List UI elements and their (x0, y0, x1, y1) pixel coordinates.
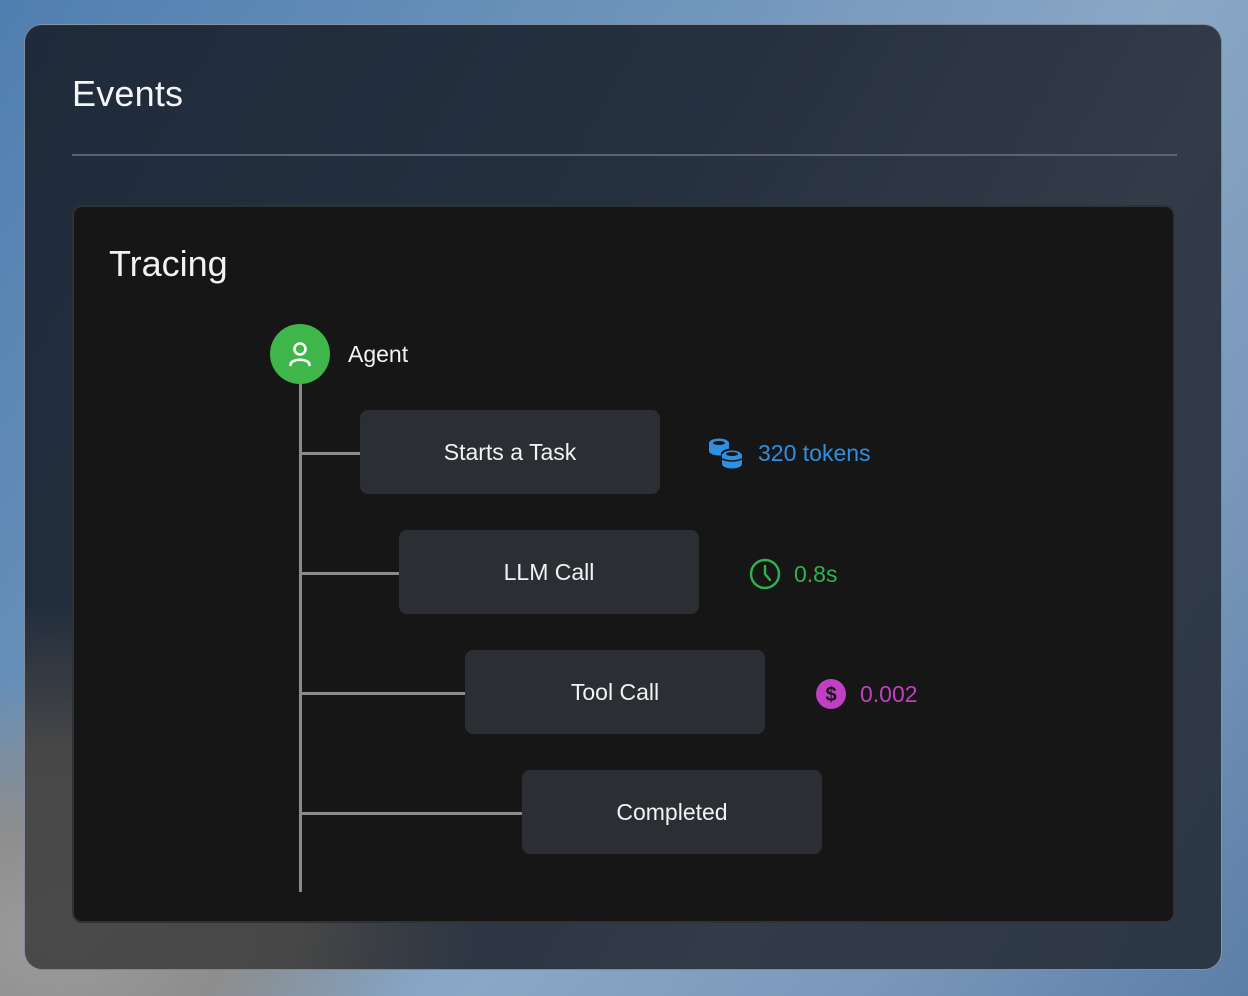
duration-metric: 0.8s (748, 557, 837, 591)
tracing-card: Tracing Agent Starts a Task LLM Call Too… (72, 205, 1175, 923)
coins-icon (706, 433, 746, 473)
step-llm-call[interactable]: LLM Call (399, 530, 699, 614)
cost-value: 0.002 (860, 680, 918, 707)
tree-branch-line (301, 812, 523, 815)
svg-text:$: $ (825, 684, 836, 706)
page-title: Events (72, 73, 184, 114)
tokens-value: 320 tokens (758, 439, 871, 466)
divider (72, 154, 1177, 156)
tracing-title: Tracing (109, 243, 228, 284)
step-starts-a-task[interactable]: Starts a Task (360, 410, 660, 494)
step-label: Tool Call (570, 678, 660, 705)
tree-trunk-line (299, 384, 302, 892)
user-icon (289, 342, 311, 367)
agent-avatar[interactable] (270, 324, 330, 384)
tree-branch-line (301, 452, 361, 455)
cost-metric: $ 0.002 (814, 677, 918, 711)
tree-branch-line (301, 692, 466, 695)
step-label: Completed (616, 798, 728, 825)
events-panel: Events Tracing Agent Starts a Task LLM C… (24, 24, 1222, 970)
clock-icon (748, 557, 782, 591)
duration-value: 0.8s (794, 560, 838, 587)
step-completed[interactable]: Completed (522, 770, 822, 854)
tree-branch-line (301, 572, 400, 575)
step-tool-call[interactable]: Tool Call (465, 650, 765, 734)
tokens-metric: 320 tokens (706, 433, 871, 473)
step-label: Starts a Task (443, 438, 577, 465)
agent-label: Agent (348, 341, 409, 367)
dollar-icon: $ (814, 677, 848, 711)
step-label: LLM Call (503, 558, 595, 585)
